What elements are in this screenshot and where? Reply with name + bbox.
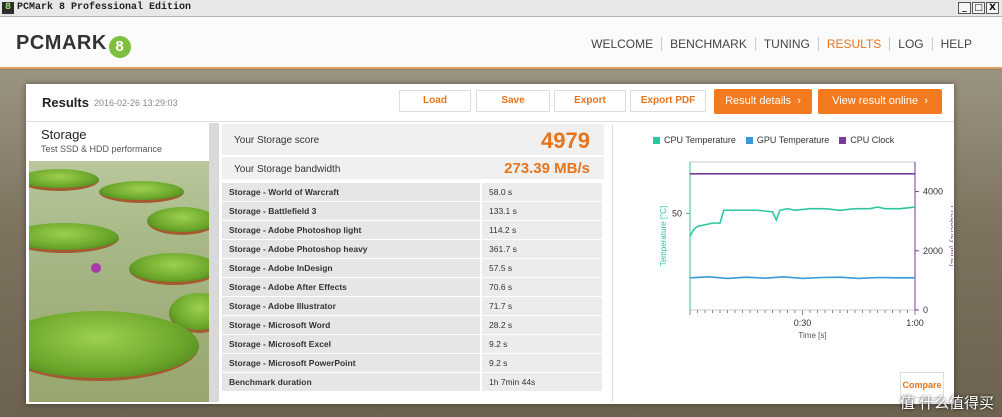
storage-bandwidth-row: Your Storage bandwidth 273.39 MB/s: [222, 157, 604, 183]
view-online-label: View result online: [832, 95, 919, 107]
column-divider: [209, 123, 219, 402]
results-table: Storage - World of Warcraft 58.0 s Storage…: [222, 183, 604, 392]
table-row: Storage - Adobe Photoshop heavy 361.7 s: [222, 240, 604, 259]
window-title-bar: 8 PCMark 8 Professional Edition _ □ X: [0, 0, 1002, 17]
table-cell-test-name: Storage - Adobe Photoshop heavy: [222, 240, 480, 258]
table-cell-test-value: 133.1 s: [482, 202, 602, 220]
table-row: Storage - Microsoft Excel 9.2 s: [222, 335, 604, 354]
table-cell-test-name: Storage - Adobe After Effects: [222, 278, 480, 296]
export-pdf-button[interactable]: Export PDF: [630, 90, 706, 112]
storage-score-label: Your Storage score: [234, 135, 320, 146]
table-row: Benchmark duration 1h 7min 44s: [222, 373, 604, 392]
chevron-right-icon: ›: [921, 95, 928, 107]
test-info: Storage Test SSD & HDD performance: [29, 123, 209, 402]
table-row: Storage - Adobe Illustrator 71.7 s: [222, 297, 604, 316]
table-cell-test-name: Benchmark duration: [222, 373, 480, 391]
results-header: Results 2016-02-26 13:29:03 Load Save Ex…: [26, 84, 954, 122]
plot-area: [689, 161, 916, 311]
y-left-axis-label: Temperature [°C]: [659, 206, 668, 267]
test-name: Storage: [41, 127, 87, 142]
pcmark-logo: PCMARK 8: [16, 32, 131, 58]
maximize-button[interactable]: □: [972, 2, 985, 14]
table-cell-test-name: Storage - Battlefield 3: [222, 202, 480, 220]
table-cell-test-name: Storage - Microsoft Word: [222, 316, 480, 334]
y-right-tick-label: 0: [923, 305, 928, 315]
table-row: Storage - Adobe InDesign 57.5 s: [222, 259, 604, 278]
storage-bandwidth-value: 273.39 MB/s: [504, 160, 590, 177]
view-online-button[interactable]: View result online ›: [818, 89, 942, 114]
nav-help[interactable]: HELP: [931, 37, 980, 51]
table-cell-test-value: 9.2 s: [482, 335, 602, 353]
table-cell-test-name: Storage - Microsoft Excel: [222, 335, 480, 353]
nav-log[interactable]: LOG: [889, 37, 931, 51]
table-cell-test-value: 71.7 s: [482, 297, 602, 315]
nav-welcome[interactable]: WELCOME: [583, 37, 661, 51]
y-right-tick-label: 2000: [923, 246, 943, 256]
table-cell-test-value: 70.6 s: [482, 278, 602, 296]
lily-pads-image: [29, 161, 209, 402]
table-row: Storage - World of Warcraft 58.0 s: [222, 183, 604, 202]
result-details-label: Result details: [725, 95, 792, 107]
close-button[interactable]: X: [986, 2, 999, 14]
main-nav: WELCOME BENCHMARK TUNING RESULTS LOG HEL…: [583, 37, 980, 51]
results-title: Results: [42, 95, 89, 110]
table-cell-test-name: Storage - Adobe InDesign: [222, 259, 480, 277]
table-row: Storage - Adobe After Effects 70.6 s: [222, 278, 604, 297]
logo-text: PCMARK: [16, 32, 107, 54]
table-row: Storage - Battlefield 3 133.1 s: [222, 202, 604, 221]
storage-score-row: Your Storage score 4979: [222, 124, 604, 157]
app-icon: 8: [2, 2, 14, 14]
nav-benchmark[interactable]: BENCHMARK: [661, 37, 755, 51]
x-tick-label: 0:30: [794, 318, 812, 328]
chevron-right-icon: ›: [794, 95, 801, 107]
minimize-button[interactable]: _: [958, 2, 971, 14]
logo-badge: 8: [108, 36, 131, 58]
table-cell-test-name: Storage - Adobe Photoshop light: [222, 221, 480, 239]
results-panel: Results 2016-02-26 13:29:03 Load Save Ex…: [26, 84, 954, 404]
nav-tuning[interactable]: TUNING: [754, 37, 818, 51]
storage-score-value: 4979: [541, 128, 590, 153]
table-cell-test-value: 58.0 s: [482, 183, 602, 201]
x-axis-label: Time [s]: [798, 331, 826, 340]
table-cell-test-value: 57.5 s: [482, 259, 602, 277]
results-date: 2016-02-26 13:29:03: [94, 98, 178, 108]
table-cell-test-name: Storage - World of Warcraft: [222, 183, 480, 201]
y-left-tick-label: 50: [672, 208, 682, 218]
table-cell-test-value: 9.2 s: [482, 354, 602, 372]
result-details-button[interactable]: Result details ›: [714, 89, 812, 114]
nav-results[interactable]: RESULTS: [817, 37, 889, 51]
monitoring-chart: CPU Temperature GPU Temperature CPU Cloc…: [612, 124, 953, 402]
watermark: 值 什么值得买: [899, 395, 994, 412]
y-right-tick-label: 4000: [923, 187, 943, 197]
table-cell-test-value: 114.2 s: [482, 221, 602, 239]
top-navbar: PCMARK 8 WELCOME BENCHMARK TUNING RESULTS…: [0, 17, 1002, 69]
storage-bandwidth-label: Your Storage bandwidth: [234, 164, 341, 175]
table-row: Storage - Microsoft PowerPoint 9.2 s: [222, 354, 604, 373]
x-tick-label: 1:00: [906, 318, 924, 328]
window-title: PCMark 8 Professional Edition: [17, 2, 192, 13]
y-right-axis-label: Frequency [MHz]: [949, 206, 953, 267]
load-button[interactable]: Load: [399, 90, 471, 112]
table-cell-test-value: 1h 7min 44s: [482, 373, 602, 391]
chart-plot: 0:30 1:00 Time [s] 50 Temperature [°C] 4000 20…: [659, 161, 953, 340]
table-cell-test-value: 361.7 s: [482, 240, 602, 258]
export-button[interactable]: Export: [554, 90, 626, 112]
table-cell-test-name: Storage - Adobe Illustrator: [222, 297, 480, 315]
table-cell-test-value: 28.2 s: [482, 316, 602, 334]
table-row: Storage - Microsoft Word 28.2 s: [222, 316, 604, 335]
save-button[interactable]: Save: [476, 90, 550, 112]
score-section: Your Storage score 4979 Your Storage ban…: [222, 124, 604, 392]
table-row: Storage - Adobe Photoshop light 114.2 s: [222, 221, 604, 240]
table-cell-test-name: Storage - Microsoft PowerPoint: [222, 354, 480, 372]
test-description: Test SSD & HDD performance: [41, 144, 163, 154]
